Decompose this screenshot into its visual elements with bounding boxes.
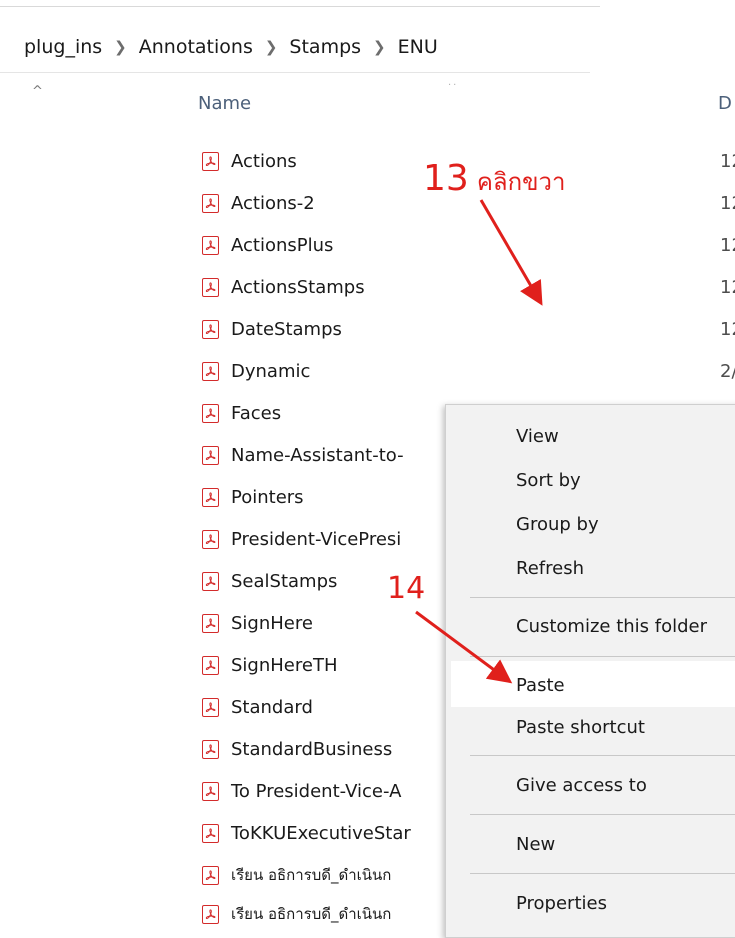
pdf-file-icon (202, 277, 219, 297)
menu-separator (470, 814, 735, 815)
file-name: President-VicePresi (231, 528, 402, 550)
pdf-file-icon (202, 739, 219, 759)
breadcrumb: plug_ins ❯ Annotations ❯ Stamps ❯ ENU (24, 36, 438, 58)
file-date: 12 (720, 193, 735, 214)
file-name: ToKKUExecutiveStar (231, 822, 411, 844)
pdf-file-icon (202, 655, 219, 675)
pdf-file-icon (202, 403, 219, 423)
annotation-step-13-text: คลิกขวา (476, 168, 566, 196)
list-item[interactable]: เรียน อธิการบดี_ดำเนินก (202, 856, 391, 894)
menu-item-give-access[interactable]: Give access to (516, 775, 647, 796)
column-header-date[interactable]: D (718, 93, 732, 114)
pdf-file-icon (202, 697, 219, 717)
pdf-file-icon (202, 781, 219, 801)
pdf-file-icon (202, 361, 219, 381)
sort-caret-icon[interactable]: ^ (32, 84, 43, 99)
file-date: 2/ (720, 361, 735, 382)
pdf-file-icon (202, 529, 219, 549)
file-date: 12 (720, 151, 735, 172)
menu-item-new[interactable]: New (516, 834, 555, 855)
chevron-right-icon[interactable]: ❯ (114, 38, 127, 56)
list-item[interactable]: ActionsStamps (202, 268, 365, 306)
file-name: Actions (231, 150, 297, 172)
menu-item-properties[interactable]: Properties (516, 893, 607, 914)
list-item[interactable]: Standard (202, 688, 313, 726)
file-name: To President-Vice-A (231, 780, 402, 802)
pdf-file-icon (202, 904, 219, 924)
file-name: SignHere (231, 612, 313, 634)
menu-highlight (451, 661, 735, 707)
breadcrumb-enu[interactable]: ENU (398, 36, 438, 58)
annotation-step-13-number: 13 (423, 158, 469, 199)
menu-item-group-by[interactable]: Group by (516, 514, 599, 535)
list-item[interactable]: Faces (202, 394, 281, 432)
file-name: เรียน อธิการบดี_ดำเนินก (231, 866, 392, 884)
list-item[interactable]: President-VicePresi (202, 520, 401, 558)
file-name: SignHereTH (231, 654, 338, 676)
annotation-step-14-number: 14 (387, 571, 426, 606)
context-menu: View Sort by Group by Refresh Customize … (445, 404, 735, 938)
annotation-arrow-13 (479, 199, 543, 306)
menu-item-paste[interactable]: Paste (516, 675, 565, 696)
file-name: Standard (231, 696, 313, 718)
pdf-file-icon (202, 445, 219, 465)
pdf-file-icon (202, 571, 219, 591)
file-date: 12 (720, 277, 735, 298)
breadcrumb-annotations[interactable]: Annotations (139, 36, 253, 58)
menu-separator (470, 656, 735, 657)
pdf-file-icon (202, 151, 219, 171)
file-name: Dynamic (231, 360, 311, 382)
list-item[interactable]: เรียน อธิการบดี_ดำเนินก (202, 895, 391, 933)
list-item[interactable]: To President-Vice-A (202, 772, 401, 810)
address-bar-divider (0, 72, 590, 73)
pdf-file-icon (202, 487, 219, 507)
column-header-name[interactable]: Name (198, 93, 251, 114)
pdf-file-icon (202, 823, 219, 843)
list-item[interactable]: Actions-2 (202, 184, 315, 222)
file-name: DateStamps (231, 318, 342, 340)
file-name: Actions-2 (231, 192, 315, 214)
chevron-right-icon[interactable]: ❯ (265, 38, 278, 56)
list-item[interactable]: SealStamps (202, 562, 337, 600)
menu-item-refresh[interactable]: Refresh (516, 558, 584, 579)
breadcrumb-plug-ins[interactable]: plug_ins (24, 36, 102, 58)
top-border (0, 6, 600, 7)
file-name: Faces (231, 402, 282, 424)
menu-item-view[interactable]: View (516, 426, 559, 447)
file-name: StandardBusiness (231, 738, 393, 760)
list-item[interactable]: Name-Assistant-to- (202, 436, 404, 474)
pdf-file-icon (202, 319, 219, 339)
file-name: เรียน อธิการบดี_ดำเนินก (231, 905, 392, 923)
breadcrumb-stamps[interactable]: Stamps (289, 36, 361, 58)
file-name: Name-Assistant-to- (231, 444, 404, 466)
column-resize-handle[interactable]: ·· (448, 80, 462, 91)
menu-item-sort-by[interactable]: Sort by (516, 470, 581, 491)
pdf-file-icon (202, 235, 219, 255)
list-item[interactable]: Dynamic (202, 352, 310, 390)
file-name: SealStamps (231, 570, 338, 592)
pdf-file-icon (202, 193, 219, 213)
chevron-right-icon[interactable]: ❯ (373, 38, 386, 56)
file-date: 12 (720, 319, 735, 340)
file-name: ActionsStamps (231, 276, 365, 298)
file-name: ActionsPlus (231, 234, 334, 256)
list-item[interactable]: SignHereTH (202, 646, 337, 684)
menu-separator (470, 755, 735, 756)
annotation-step-13: 13 คลิกขวา (423, 158, 565, 201)
list-item[interactable]: SignHere (202, 604, 313, 642)
file-name: Pointers (231, 486, 304, 508)
menu-separator (470, 873, 735, 874)
menu-separator (470, 597, 735, 598)
list-item[interactable]: Actions (202, 142, 297, 180)
list-item[interactable]: ActionsPlus (202, 226, 333, 264)
pdf-file-icon (202, 613, 219, 633)
menu-item-paste-shortcut[interactable]: Paste shortcut (516, 717, 645, 738)
list-item[interactable]: Pointers (202, 478, 304, 516)
list-item[interactable]: ToKKUExecutiveStar (202, 814, 411, 852)
list-item[interactable]: DateStamps (202, 310, 342, 348)
menu-item-customize-folder[interactable]: Customize this folder (516, 616, 707, 637)
file-date: 12 (720, 235, 735, 256)
pdf-file-icon (202, 865, 219, 885)
list-item[interactable]: StandardBusiness (202, 730, 392, 768)
